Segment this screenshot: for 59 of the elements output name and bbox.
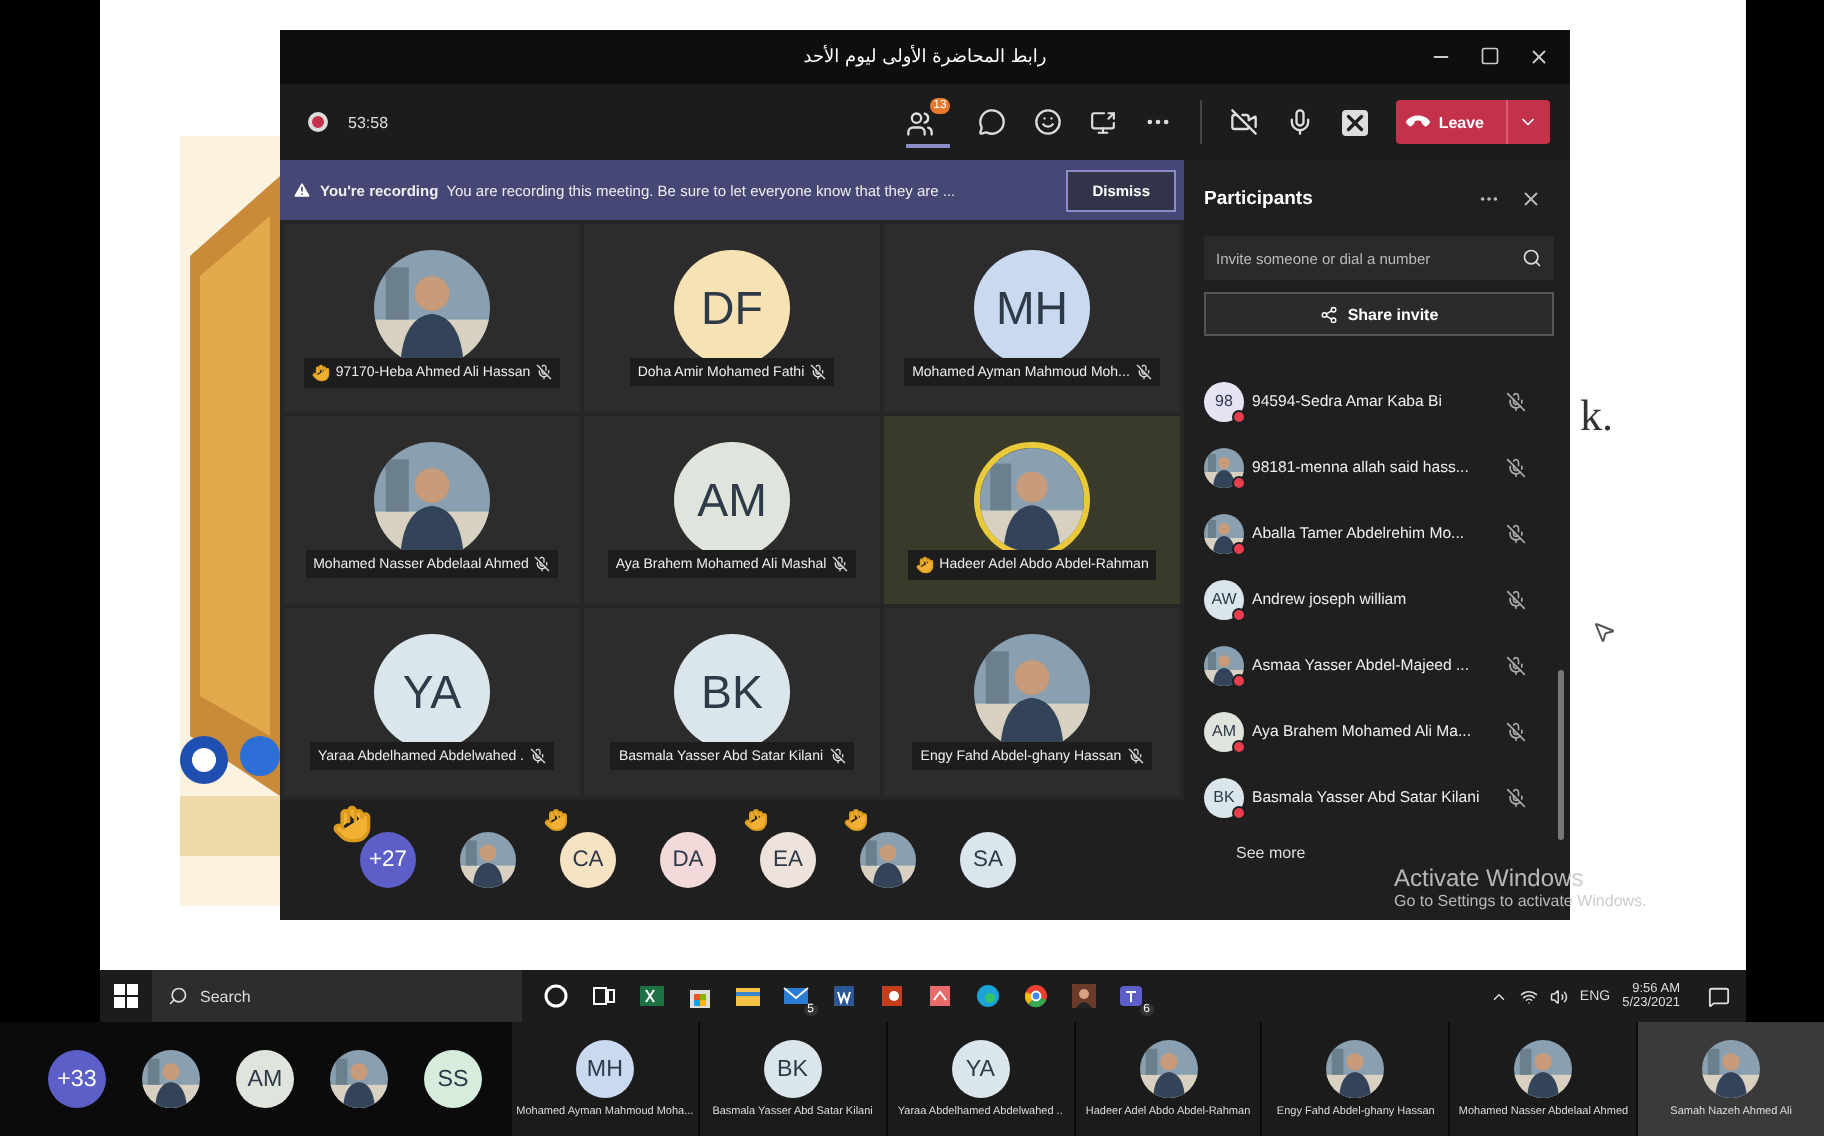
muted-mic-icon bbox=[1506, 787, 1526, 807]
avatar-initials: AM bbox=[236, 1050, 294, 1108]
warning-icon bbox=[292, 180, 312, 200]
notifications-icon[interactable] bbox=[1708, 985, 1730, 1007]
microphone-icon[interactable] bbox=[1286, 108, 1315, 136]
avatar-initials: AW bbox=[1204, 579, 1244, 619]
task-view-icon[interactable] bbox=[590, 982, 618, 1010]
avatar-initials: DA bbox=[660, 832, 716, 888]
muted-mic-icon bbox=[1506, 523, 1526, 543]
slide-text: k. bbox=[1580, 390, 1613, 442]
muted-mic-icon bbox=[1506, 589, 1526, 609]
see-more-link[interactable]: See more bbox=[1224, 842, 1318, 864]
avatar-initials: SA bbox=[960, 832, 1016, 888]
panel-title: Participants bbox=[1204, 187, 1315, 209]
leave-button[interactable]: Leave bbox=[1396, 100, 1550, 144]
window-title: رابط المحاضرة الأولى ليوم الأحد bbox=[803, 47, 1047, 67]
person-icon[interactable] bbox=[1070, 982, 1098, 1010]
close-icon[interactable] bbox=[1528, 46, 1550, 68]
slides-icon[interactable] bbox=[878, 982, 906, 1010]
avatar-initials: MH bbox=[575, 1040, 634, 1098]
close-icon[interactable] bbox=[1520, 187, 1542, 209]
mouse-cursor-icon bbox=[1592, 620, 1616, 644]
search-icon[interactable] bbox=[1522, 248, 1542, 268]
muted-mic-icon bbox=[1506, 391, 1526, 411]
avatar-initials: AM bbox=[1204, 711, 1244, 751]
folder-icon[interactable] bbox=[734, 982, 762, 1010]
muted-mic-icon bbox=[1506, 721, 1526, 741]
drawing-board-icon[interactable] bbox=[926, 982, 954, 1010]
avatar-initials: EA bbox=[760, 832, 816, 888]
team-app-icon[interactable] bbox=[1118, 982, 1146, 1010]
avatar-initials: BK bbox=[1204, 777, 1244, 817]
avatar-initials: CA bbox=[560, 832, 616, 888]
search-field[interactable]: Search bbox=[152, 970, 522, 1022]
reactions-icon[interactable] bbox=[1034, 108, 1063, 136]
speaker-icon[interactable] bbox=[1549, 987, 1568, 1005]
share-invite-button[interactable]: Share invite bbox=[1204, 292, 1554, 336]
camera-off-icon[interactable] bbox=[1230, 108, 1259, 136]
circle-icon[interactable] bbox=[542, 982, 570, 1010]
spreadsheet-icon[interactable] bbox=[638, 982, 666, 1010]
muted-mic-icon bbox=[1506, 655, 1526, 675]
more-participants-count[interactable]: +33 bbox=[48, 1050, 106, 1108]
network-icon[interactable] bbox=[1519, 987, 1538, 1005]
browser-icon[interactable] bbox=[974, 982, 1002, 1010]
avatar-initials: SS bbox=[424, 1050, 482, 1108]
document-icon[interactable] bbox=[830, 982, 858, 1010]
avatar-initials: YA bbox=[951, 1040, 1010, 1098]
avatar-initials: 98 bbox=[1204, 381, 1244, 421]
chat-icon[interactable] bbox=[978, 108, 1007, 136]
mail-icon[interactable] bbox=[782, 982, 810, 1010]
search-icon bbox=[168, 986, 188, 1006]
more-participants-count[interactable]: +27 bbox=[360, 832, 416, 888]
avatar-initials: BK bbox=[763, 1040, 822, 1098]
people-icon bbox=[906, 109, 935, 137]
round-app-icon[interactable] bbox=[1022, 982, 1050, 1010]
meeting-timer: 53:58 bbox=[348, 113, 389, 131]
start-icon[interactable] bbox=[114, 984, 138, 1008]
share-icon bbox=[1319, 305, 1338, 323]
maximize-icon[interactable] bbox=[1480, 46, 1500, 66]
muted-mic-icon bbox=[1506, 457, 1526, 477]
